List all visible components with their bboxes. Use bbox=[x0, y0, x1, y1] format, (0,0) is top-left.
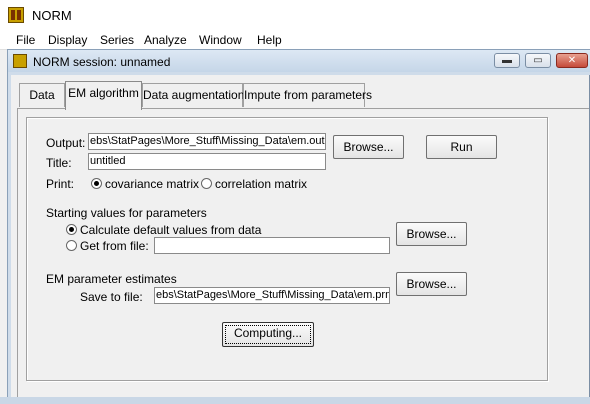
menu-display[interactable]: Display bbox=[48, 33, 87, 47]
app-title: NORM bbox=[32, 8, 72, 23]
calculate-default-label: Calculate default values from data bbox=[80, 223, 262, 237]
em-estimates-header: EM parameter estimates bbox=[46, 272, 177, 286]
correlation-radio[interactable] bbox=[201, 178, 212, 189]
menu-help[interactable]: Help bbox=[257, 33, 282, 47]
covariance-option-label: covariance matrix bbox=[105, 177, 200, 191]
minimize-button[interactable]: ▬ bbox=[494, 53, 520, 68]
bottom-frame-strip bbox=[0, 397, 590, 404]
tab-em-algorithm[interactable]: EM algorithm bbox=[65, 81, 142, 110]
output-file-field[interactable]: ebs\StatPages\More_Stuff\Missing_Data\em… bbox=[88, 133, 326, 150]
get-from-file-label: Get from file: bbox=[80, 239, 149, 253]
calculate-default-radio[interactable] bbox=[66, 224, 77, 235]
session-icon bbox=[13, 54, 27, 68]
restore-button[interactable]: ▭ bbox=[525, 53, 551, 68]
output-label: Output: bbox=[46, 136, 86, 150]
starting-file-field[interactable] bbox=[154, 237, 390, 254]
close-button[interactable]: ✕ bbox=[556, 53, 588, 68]
session-title: NORM session: unnamed bbox=[33, 55, 171, 69]
tab-impute-from-parameters[interactable]: Impute from parameters bbox=[243, 83, 372, 107]
menu-file[interactable]: File bbox=[16, 33, 35, 47]
computing-button[interactable]: Computing... bbox=[222, 322, 314, 347]
covariance-radio[interactable] bbox=[91, 178, 102, 189]
norm-app-icon bbox=[8, 7, 24, 23]
menu-series[interactable]: Series bbox=[100, 33, 134, 47]
title-field[interactable]: untitled bbox=[88, 153, 326, 170]
tab-data[interactable]: Data bbox=[19, 83, 65, 107]
menu-analyze[interactable]: Analyze bbox=[144, 33, 187, 47]
starting-browse-button[interactable]: Browse... bbox=[396, 222, 467, 246]
save-browse-button[interactable]: Browse... bbox=[396, 272, 467, 296]
correlation-option-label: correlation matrix bbox=[215, 177, 308, 191]
menu-bar bbox=[0, 30, 590, 50]
app-title-bar bbox=[0, 0, 590, 30]
tab-data-augmentation[interactable]: Data augmentation bbox=[142, 83, 244, 107]
starting-values-header: Starting values for parameters bbox=[46, 206, 207, 220]
run-button[interactable]: Run bbox=[426, 135, 497, 159]
save-file-field[interactable]: ebs\StatPages\More_Stuff\Missing_Data\em… bbox=[154, 287, 390, 304]
title-label: Title: bbox=[46, 156, 72, 170]
menu-window[interactable]: Window bbox=[199, 33, 242, 47]
print-label: Print: bbox=[46, 177, 75, 191]
output-browse-button[interactable]: Browse... bbox=[333, 135, 404, 159]
save-to-file-label: Save to file: bbox=[80, 290, 143, 304]
get-from-file-radio[interactable] bbox=[66, 240, 77, 251]
